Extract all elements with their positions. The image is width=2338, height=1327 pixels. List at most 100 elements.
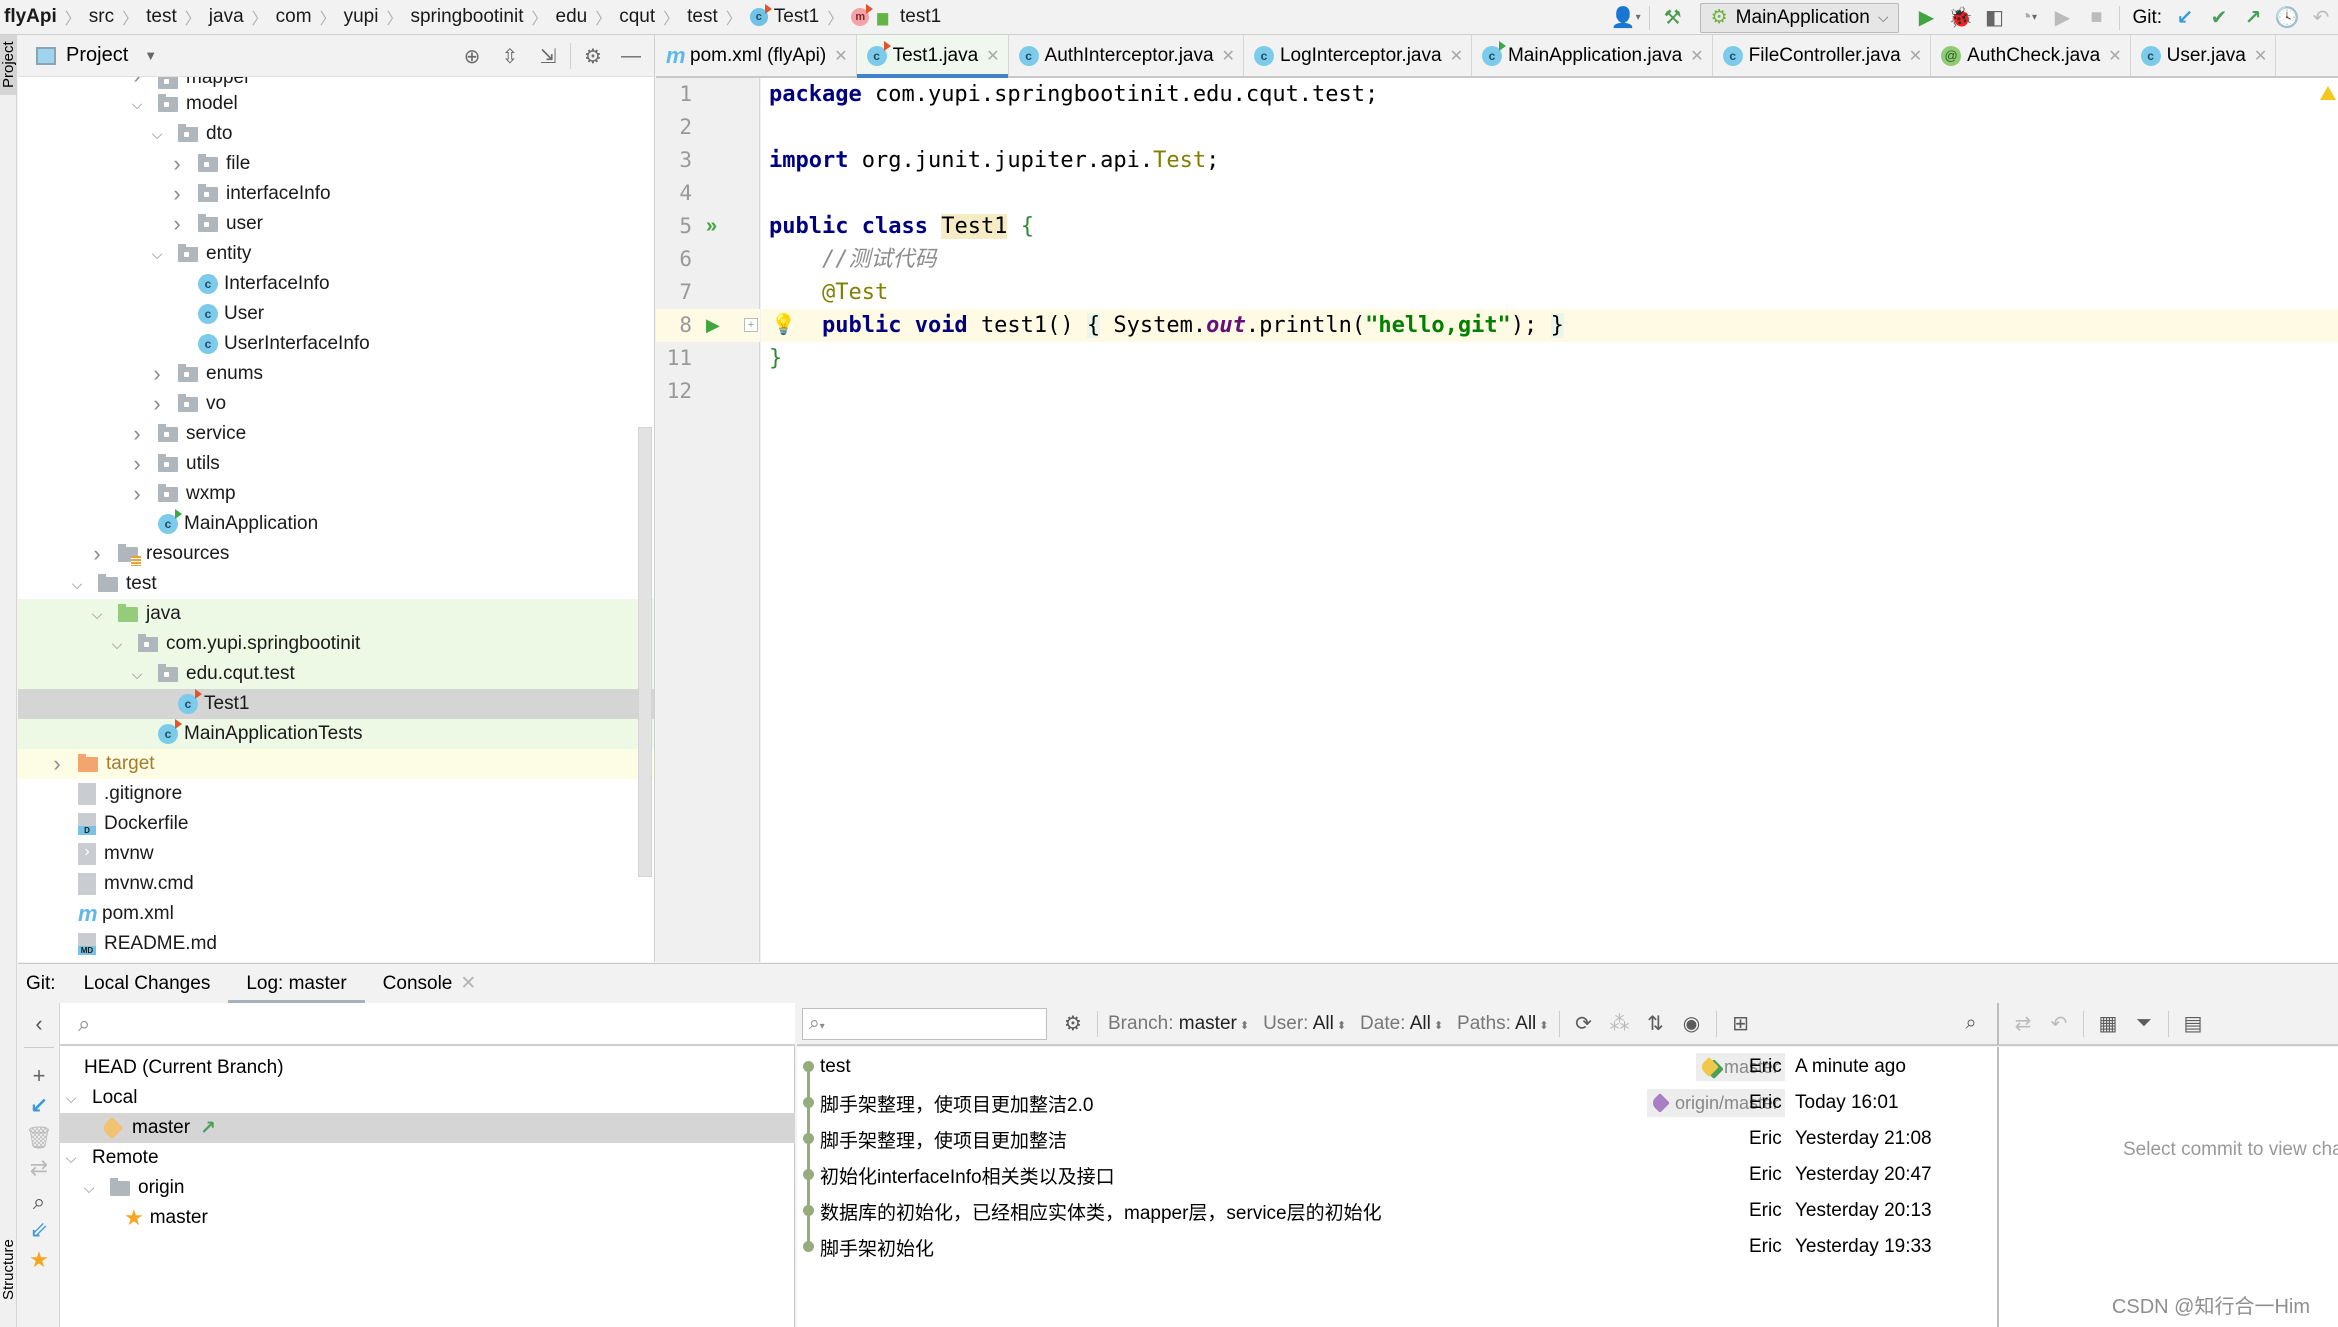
tab-console[interactable]: Console ✕ [365,964,495,1004]
close-tab-icon[interactable]: ✕ [1450,46,1463,66]
run-configuration-select[interactable]: ⚙ MainApplication ⌵ [1699,2,1900,33]
tree-item[interactable]: ⌵ test [18,569,654,599]
build-hammer-icon[interactable]: ⚒ [1656,3,1690,33]
tree-item[interactable]: › vo [18,389,654,419]
compare-icon[interactable]: ⇄ [2005,1011,2041,1036]
git-commit-icon[interactable]: ✔ [2202,3,2236,33]
branch-group-local[interactable]: ⌵ Local [60,1083,795,1113]
breadcrumb-method-test1[interactable]: m ▆ test1 [851,4,941,28]
close-tab-icon[interactable]: ✕ [2108,46,2121,66]
breadcrumb-com[interactable]: com [276,6,312,28]
breadcrumb-yupi[interactable]: yupi [344,6,379,28]
refresh-icon[interactable]: ⟳ [1566,1011,1602,1036]
tree-item[interactable]: D Dockerfile [18,809,654,839]
date-filter[interactable]: Date: All ⬍ [1360,1013,1443,1035]
revert-icon[interactable]: ↶ [2041,1011,2077,1036]
git-push-icon[interactable]: ↗ [2236,3,2270,33]
update-selected-icon[interactable]: ↙ [18,1093,60,1119]
tree-item[interactable]: c UserInterfaceInfo [18,329,654,359]
fold-expand-icon[interactable]: + [744,318,758,332]
chevron-right-icon[interactable]: › [128,421,146,447]
structure-tool-tab[interactable]: Structure [0,1215,17,1325]
log-settings-gear-icon[interactable]: ⚙ [1055,1011,1091,1036]
sort-icon[interactable]: ⇅ [1638,1011,1674,1036]
branch-filter[interactable]: Branch: master ⬍ [1108,1013,1249,1035]
git-update-icon[interactable]: ↙ [2168,3,2202,33]
project-scrollbar[interactable] [638,427,652,877]
delete-branch-icon[interactable]: 🗑 [18,1125,60,1151]
tree-item[interactable]: mvnw.cmd [18,869,654,899]
run-with-coverage-icon[interactable]: ◧ [1977,3,2011,33]
commit-row[interactable]: 初始化interfaceInfo相关类以及接口 Eric Yesterday 20:… [797,1157,1997,1193]
editor-tab[interactable]: m pom.xml (flyApi) ✕ [656,35,857,76]
code-editor[interactable]: package com.yupi.springbootinit.edu.cqut… [761,78,2338,962]
close-tab-icon[interactable]: ✕ [1909,46,1922,66]
locate-file-icon[interactable]: ⊕ [456,44,488,69]
git-history-icon[interactable]: 🕓 [2270,3,2304,33]
chevron-down-icon[interactable]: ⌵ [108,636,126,653]
search-icon[interactable]: ⌕ [18,1189,60,1215]
stop-icon[interactable]: ■ [2079,3,2113,33]
resume-icon[interactable]: ▶ [2045,3,2079,33]
editor-tab[interactable]: c Test1.java ✕ [856,35,1009,78]
tree-item[interactable]: › enums [18,359,654,389]
group-by-icon[interactable]: ▦ [2090,1011,2126,1036]
view-options-eye-icon[interactable]: ◉ [1674,1011,1710,1036]
tree-item[interactable]: › file [18,149,654,179]
chevron-right-icon[interactable]: › [168,151,186,177]
tree-item[interactable]: m pom.xml [18,899,654,929]
chevron-down-icon[interactable]: ⌵ [128,96,146,113]
collapse-all-icon[interactable]: ⇲ [532,44,564,69]
chevron-right-icon[interactable]: › [168,211,186,237]
close-tab-icon[interactable]: ✕ [1690,46,1703,66]
chevron-right-icon[interactable]: › [168,181,186,207]
paths-filter[interactable]: Paths: All ⬍ [1457,1013,1548,1035]
tree-item[interactable]: ⌵ java [18,599,654,629]
breadcrumb-edu[interactable]: edu [556,6,588,28]
user-filter[interactable]: User: All ⬍ [1263,1013,1346,1035]
debug-icon[interactable]: 🐞 [1943,3,1977,33]
tree-item[interactable]: c MainApplicationTests [18,719,654,749]
chevron-right-icon[interactable]: › [128,77,146,89]
tree-item[interactable]: ⌵ model [18,89,654,119]
tree-item[interactable]: ⌵ edu.cqut.test [18,659,654,689]
chevron-down-icon[interactable]: ⌵ [148,126,166,143]
tab-log-master[interactable]: Log: master [228,964,365,1004]
tree-item[interactable]: ⌵ com.yupi.springbootinit [18,629,654,659]
tree-item[interactable]: c MainApplication [18,509,654,539]
branch-group-remote[interactable]: ⌵ Remote [60,1143,795,1173]
breadcrumb-src[interactable]: src [89,6,114,28]
tree-item[interactable]: › user [18,209,654,239]
editor-tab[interactable]: c LogInterceptor.java ✕ [1244,35,1472,76]
tree-item[interactable]: › mapper [18,77,654,89]
collapse-branches-icon[interactable]: ‹ [18,1011,60,1037]
tree-item[interactable]: ⌵ dto [18,119,654,149]
commit-search-input[interactable]: ⌕▾ [802,1007,1047,1040]
breadcrumb-class-test1[interactable]: c Test1 [749,4,819,28]
branch-origin-master[interactable]: ★ master [60,1203,795,1233]
chevron-right-icon[interactable]: › [88,541,106,567]
tree-item[interactable]: .gitignore [18,779,654,809]
cherry-pick-icon[interactable]: ⁂ [1602,1011,1638,1036]
intention-lightbulb-icon[interactable]: 💡 [771,312,796,337]
editor-tab[interactable]: c User.java ✕ [2131,35,2277,76]
branch-search-input[interactable]: ⌕ [60,1003,795,1046]
commit-row[interactable]: 脚手架初始化 Eric Yesterday 19:33 [797,1229,1997,1265]
commit-row[interactable]: test master Eric A minute ago [797,1049,1997,1085]
chevron-right-icon[interactable]: › [148,361,166,387]
breadcrumb-cqut[interactable]: cqut [619,6,655,28]
commit-row[interactable]: 数据库的初始化，已经相应实体类，mapper层，service层的初始化 Eric… [797,1193,1997,1229]
hide-panel-icon[interactable]: — [615,45,647,68]
tree-item[interactable]: c InterfaceInfo [18,269,654,299]
chevron-down-icon[interactable]: ⌵ [88,606,106,623]
tab-local-changes[interactable]: Local Changes [66,964,229,1004]
tree-item[interactable]: › interfaceInfo [18,179,654,209]
chevron-down-icon[interactable]: ⌵ [68,576,86,593]
git-rollback-icon[interactable]: ↶ [2304,3,2338,33]
gear-icon[interactable]: ⚙ [577,44,609,69]
tree-item[interactable]: › mvnw [18,839,654,869]
tree-item[interactable]: › wxmp [18,479,654,509]
chevron-down-icon[interactable]: ⌵ [128,666,146,683]
tree-item[interactable]: ⌵ entity [18,239,654,269]
layout-icon[interactable]: ▤ [2175,1011,2211,1036]
